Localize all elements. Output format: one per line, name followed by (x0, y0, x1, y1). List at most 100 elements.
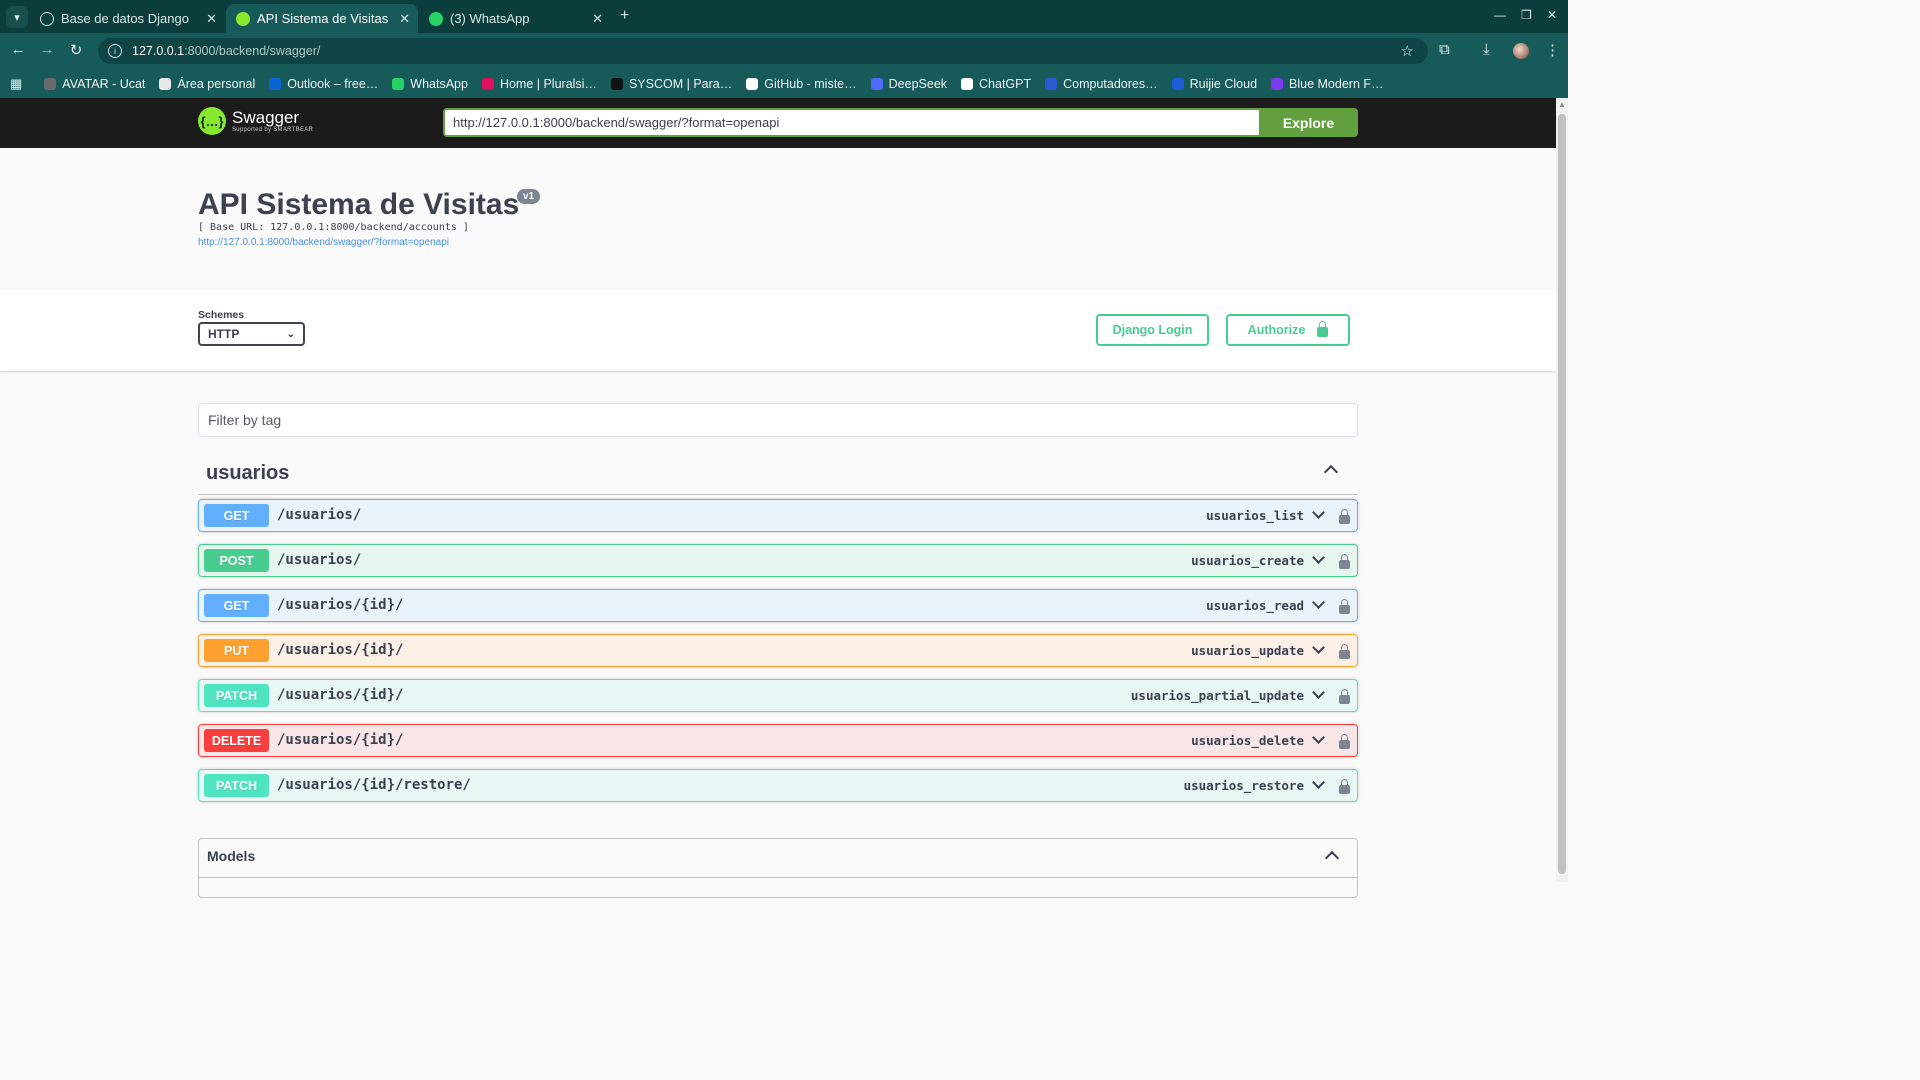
bookmark-label: WhatsApp (410, 76, 468, 91)
window-close-icon[interactable]: ✕ (1547, 8, 1557, 22)
method-badge: POST (204, 549, 269, 572)
spec-link[interactable]: http://127.0.0.1:8000/backend/swagger/?f… (198, 237, 449, 248)
address-bar[interactable]: i 127.0.0.1:8000/backend/swagger/ ☆ (98, 38, 1428, 64)
operation-row[interactable]: PUT/usuarios/{id}/ usuarios_update (198, 634, 1358, 667)
operation-row[interactable]: POST/usuarios/usuarios_create (198, 544, 1358, 577)
lock-icon[interactable] (1339, 599, 1350, 614)
bookmark-item[interactable]: Blue Modern F… (1271, 77, 1384, 91)
models-section[interactable]: Models (198, 838, 1358, 898)
whatsapp-icon (429, 11, 443, 26)
chevron-down-icon[interactable] (1312, 551, 1325, 564)
operation-row[interactable]: DELETE/usuarios/{id}/ usuarios_delete (198, 724, 1358, 757)
bookmark-item[interactable]: Outlook – free… (269, 77, 378, 91)
django-login-button[interactable]: Django Login (1096, 314, 1209, 346)
lock-icon[interactable] (1339, 554, 1350, 569)
bookmark-item[interactable]: Área personal (159, 77, 255, 91)
explore-button[interactable]: Explore (1259, 108, 1358, 137)
api-info: API Sistema de Visitas v1 [ Base URL: 12… (0, 148, 1556, 290)
lock-icon[interactable] (1339, 509, 1350, 524)
authorize-button[interactable]: Authorize (1226, 314, 1350, 346)
spec-url-input[interactable] (443, 108, 1260, 137)
method-badge: GET (204, 594, 269, 617)
operation-row[interactable]: GET/usuarios/{id}/ usuarios_read (198, 589, 1358, 622)
bookmark-item[interactable]: WhatsApp (392, 77, 468, 91)
scheme-selected: HTTP (208, 327, 240, 341)
page-scrollbar[interactable]: ▲ (1556, 98, 1568, 882)
bookmark-item[interactable]: AVATAR - Ucat (44, 77, 145, 91)
operation-row[interactable]: PATCH/usuarios/{id}/restore/usuarios_res… (198, 769, 1358, 802)
bookmark-label: AVATAR - Ucat (62, 76, 146, 91)
bookmark-item[interactable]: ChatGPT (961, 77, 1031, 91)
bookmark-label: SYSCOM | Para… (628, 76, 733, 91)
chevron-down-icon[interactable] (1312, 596, 1325, 609)
lock-icon[interactable] (1339, 734, 1350, 749)
profile-avatar[interactable] (1513, 43, 1529, 59)
bookmark-item[interactable]: Ruijie Cloud (1171, 77, 1257, 91)
tab-whatsapp[interactable]: (3) WhatsApp ✕ (419, 4, 611, 33)
bookmark-star-icon[interactable]: ☆ (1401, 42, 1414, 60)
method-badge: GET (204, 504, 269, 527)
tag-usuarios-header[interactable]: usuarios (198, 455, 1358, 495)
bookmark-label: Computadores… (1063, 76, 1158, 91)
forward-arrow-icon[interactable]: → (37, 41, 57, 58)
operation-id: usuarios_list (1206, 508, 1304, 523)
tab-search-chevron-icon[interactable]: ▾ (6, 6, 28, 28)
bookmark-label: Home | Pluralsi… (499, 76, 597, 91)
tab-base-de-datos-django[interactable]: Base de datos Django ✕ (30, 4, 225, 33)
bookmark-item[interactable]: DeepSeek (870, 77, 947, 91)
chevron-down-icon[interactable] (1312, 506, 1325, 519)
restore-icon[interactable]: ❐ (1521, 8, 1532, 22)
chevron-up-icon[interactable] (1324, 850, 1340, 866)
lock-icon[interactable] (1339, 689, 1350, 704)
chevron-down-icon[interactable] (1312, 776, 1325, 789)
operation-row[interactable]: PATCH/usuarios/{id}/ usuarios_partial_upd… (198, 679, 1358, 712)
apps-grid-icon[interactable]: ▦ (10, 76, 22, 92)
bookmark-favicon-icon (44, 77, 57, 90)
lock-icon[interactable] (1339, 644, 1350, 659)
menu-kebab-icon[interactable]: ⋮ (1545, 41, 1560, 59)
swagger-topbar: {…} Swagger Supported by SMARTBEAR Explo… (0, 98, 1556, 148)
bookmark-item[interactable]: SYSCOM | Para… (610, 76, 733, 91)
tag-name: usuarios (206, 462, 290, 484)
close-icon[interactable]: ✕ (399, 11, 410, 27)
bookmark-label: Outlook – free… (287, 76, 379, 91)
bookmark-favicon-icon (1171, 77, 1184, 90)
scroll-up-arrow-icon[interactable]: ▲ (1558, 100, 1566, 109)
bookmark-item[interactable]: GitHub - miste… (746, 77, 857, 91)
bookmark-favicon-icon (159, 77, 172, 90)
back-arrow-icon[interactable]: ← (8, 41, 28, 58)
operation-path: /usuarios/{id}/ (277, 597, 404, 613)
lock-icon[interactable] (1339, 779, 1350, 794)
swagger-logo[interactable]: {…} Swagger Supported by SMARTBEAR (198, 107, 313, 135)
bookmark-item[interactable]: Computadores… (1045, 77, 1158, 91)
operation-row[interactable]: GET/usuarios/usuarios_list (198, 499, 1358, 532)
close-icon[interactable]: ✕ (592, 11, 603, 27)
filter-by-tag-input[interactable] (198, 403, 1358, 437)
operation-id: usuarios_delete (1191, 733, 1304, 748)
minimize-icon[interactable]: — (1494, 8, 1506, 22)
method-badge: PATCH (204, 774, 269, 797)
schemes-select[interactable]: HTTP ⌄ (198, 322, 305, 346)
tab-api-sistema-de-visitas[interactable]: API Sistema de Visitas ✕ (226, 4, 418, 33)
download-icon[interactable]: ⤓ (1483, 41, 1490, 58)
method-badge: PUT (204, 639, 269, 662)
chevron-down-icon[interactable] (1312, 641, 1325, 654)
extensions-icon[interactable]: ⧉ (1439, 41, 1450, 58)
close-icon[interactable]: ✕ (206, 11, 217, 27)
chevron-up-icon[interactable] (1323, 464, 1339, 480)
chevron-down-icon[interactable] (1312, 686, 1325, 699)
bookmark-list: AVATAR - Ucat Área personal Outlook – free… (44, 77, 1397, 91)
scrollbar-thumb[interactable] (1558, 114, 1566, 874)
bookmark-favicon-icon (1271, 77, 1284, 90)
base-url: [ Base URL: 127.0.0.1:8000/backend/accou… (198, 222, 469, 233)
operation-path: /usuarios/{id}/ (277, 687, 404, 703)
bookmarks-bar: ▦ AVATAR - Ucat Área personal Outlook – fr… (0, 69, 1568, 98)
chevron-down-icon[interactable] (1312, 731, 1325, 744)
scheme-container: Schemes HTTP ⌄ Django Login Authorize (0, 290, 1556, 371)
bookmark-favicon-icon (269, 77, 282, 90)
new-tab-plus-icon[interactable]: + (620, 7, 629, 25)
lock-icon (1317, 321, 1329, 337)
site-info-icon[interactable]: i (108, 44, 122, 58)
bookmark-item[interactable]: Home | Pluralsi… (481, 76, 597, 91)
reload-icon[interactable]: ↻ (66, 41, 86, 59)
